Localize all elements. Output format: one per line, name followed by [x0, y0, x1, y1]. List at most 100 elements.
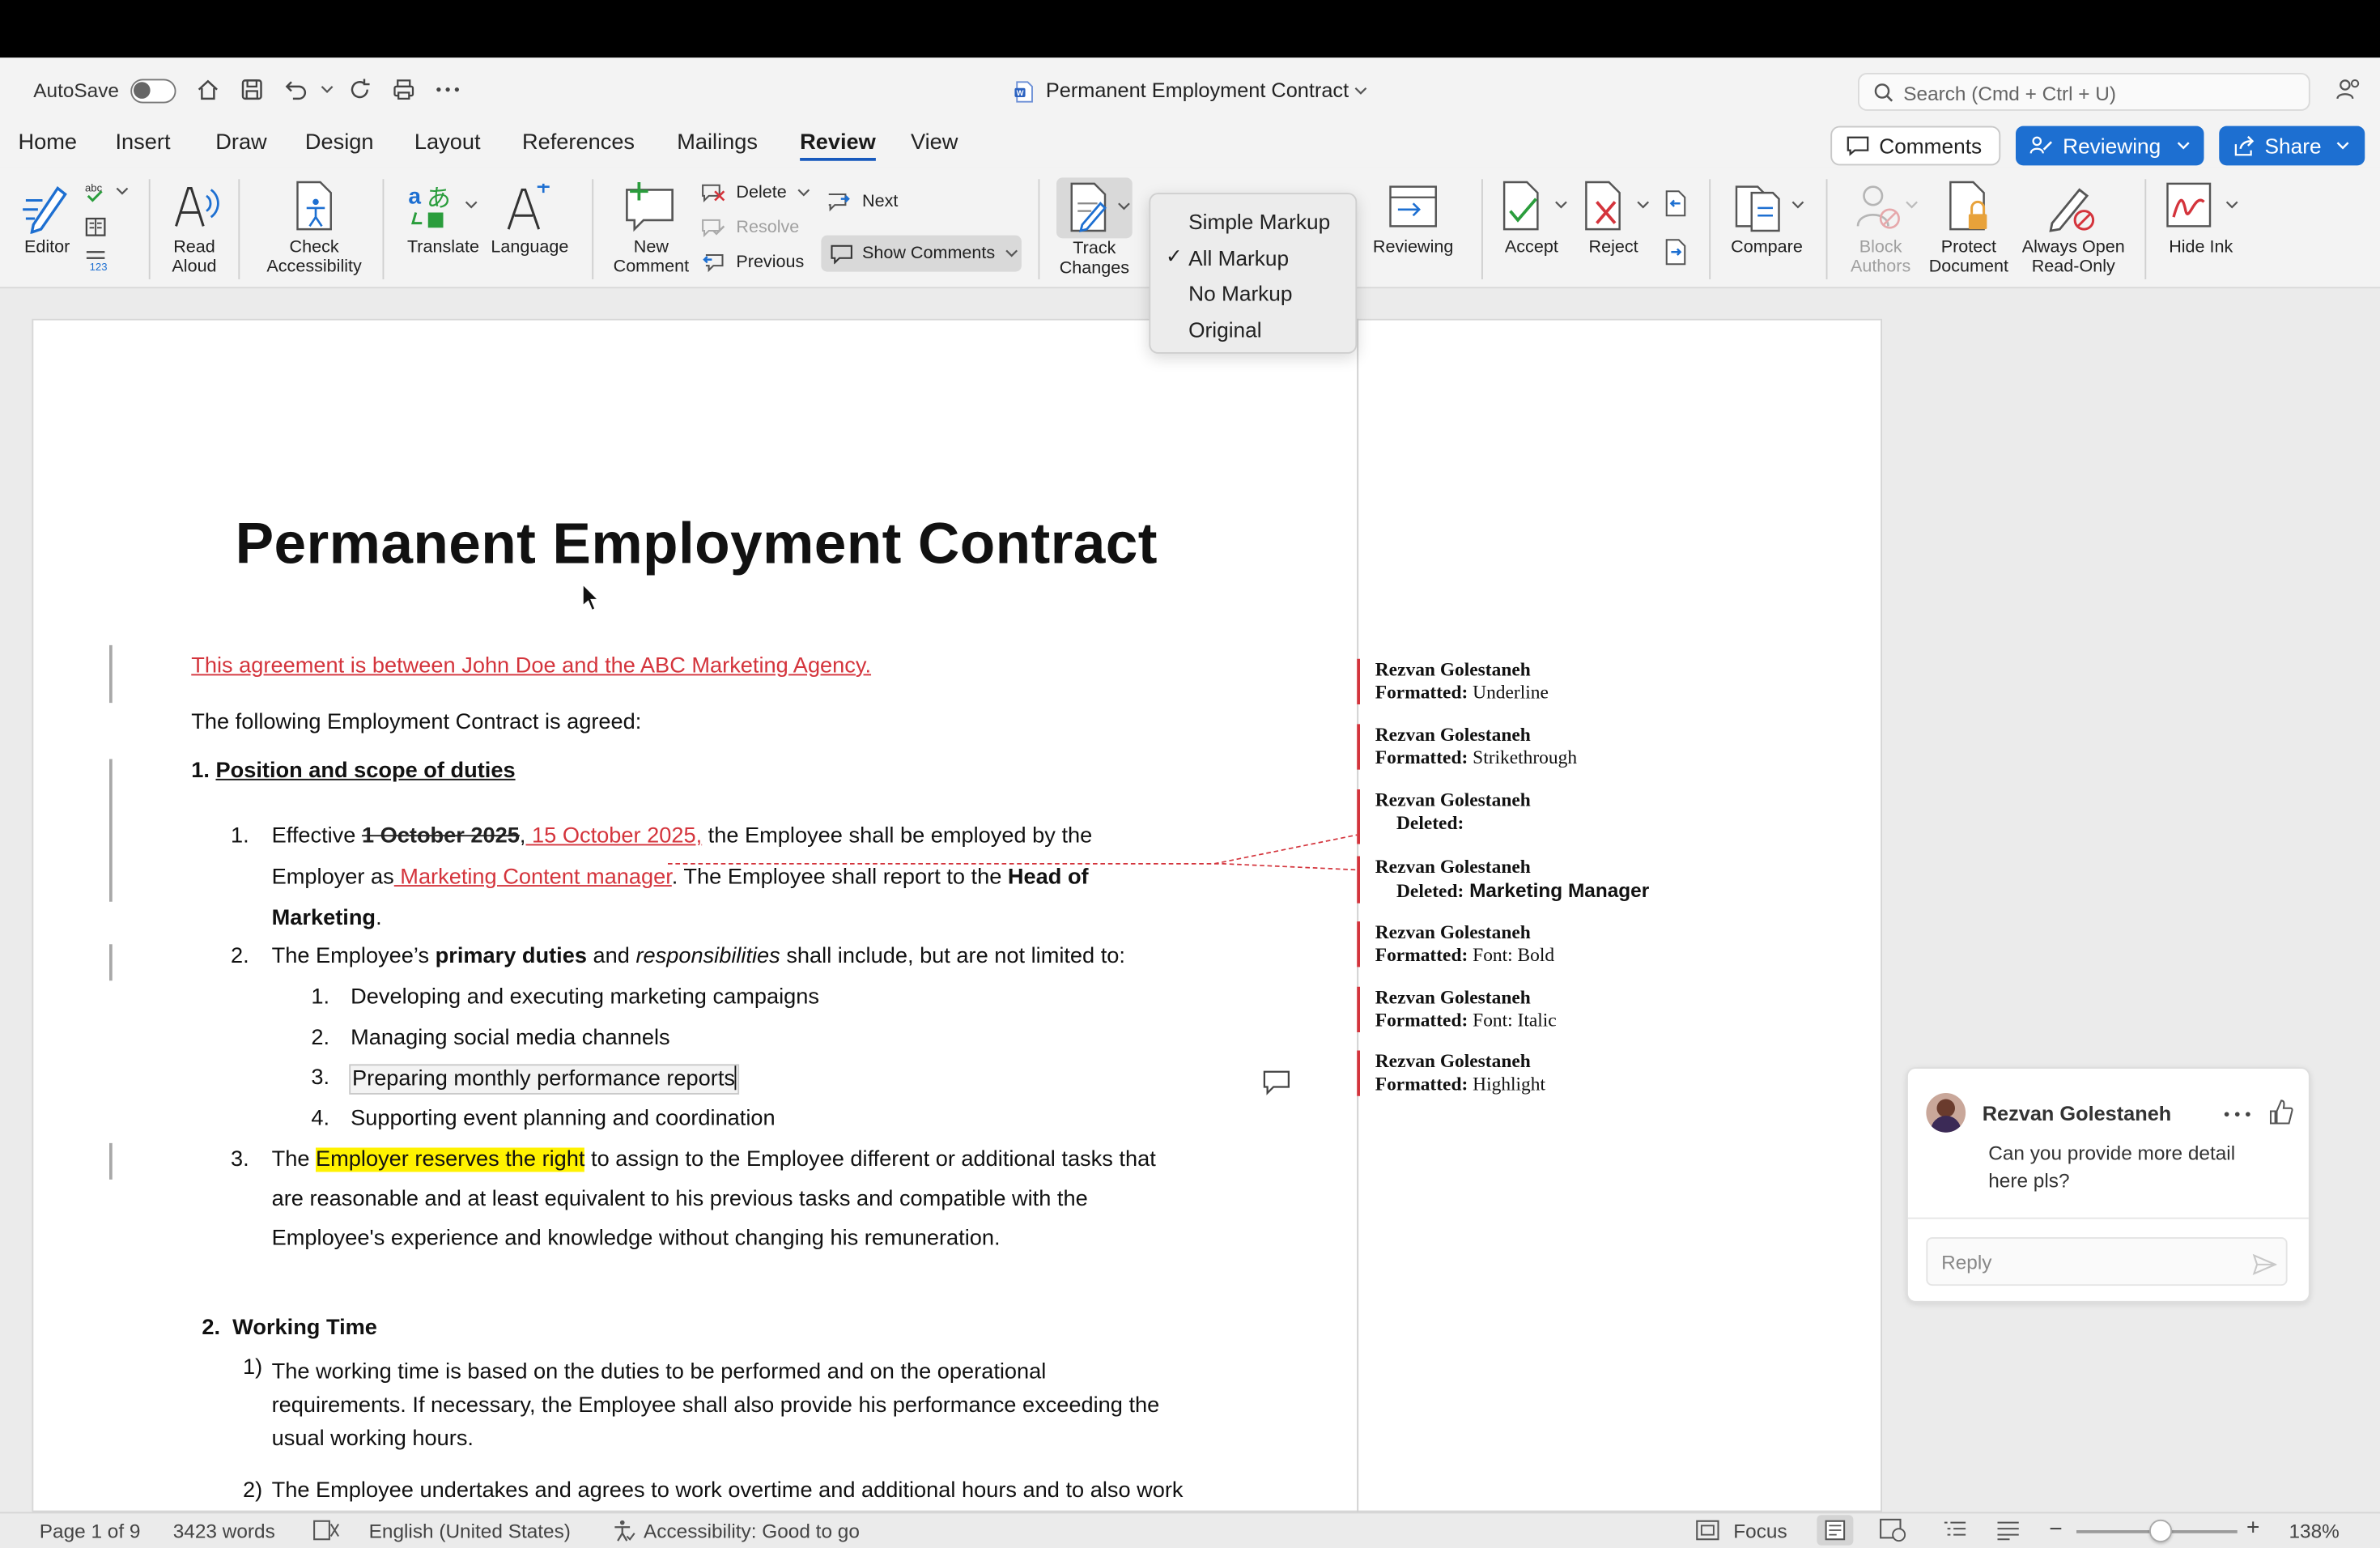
zoom-out-icon[interactable]: −: [2049, 1516, 2062, 1542]
tab-home[interactable]: Home: [19, 130, 78, 155]
focus-icon[interactable]: [1695, 1520, 1719, 1541]
block-authors-button[interactable]: Block Authors: [1837, 176, 1925, 276]
focus-label[interactable]: Focus: [1733, 1520, 1787, 1542]
language-button[interactable]: Language: [486, 176, 574, 268]
reviewing-button[interactable]: Reviewing: [2016, 125, 2204, 166]
revision-balloon[interactable]: Rezvan Golestaneh Formatted: Underline: [1357, 658, 1858, 704]
accept-button[interactable]: Accept: [1494, 176, 1570, 268]
always-open-read-only-button[interactable]: Always Open Read-Only: [2016, 176, 2131, 276]
spelling-abc-icon[interactable]: abc: [82, 179, 109, 203]
like-thumb-icon[interactable]: [2269, 1099, 2293, 1127]
translate-button[interactable]: aあ Translate: [401, 176, 486, 268]
undo-icon[interactable]: [283, 76, 310, 104]
compare-button[interactable]: Compare: [1724, 176, 1816, 268]
menu-item-all-markup[interactable]: All Markup: [1188, 246, 1289, 270]
tab-insert[interactable]: Insert: [116, 130, 171, 155]
accessibility-status[interactable]: Accessibility: Good to go: [644, 1520, 860, 1542]
title-chevron-down-icon[interactable]: [1351, 82, 1370, 100]
subitem-text[interactable]: Developing and executing marketing campa…: [351, 985, 819, 1010]
delete-comment-button[interactable]: Delete: [701, 179, 819, 206]
reply-input[interactable]: Reply: [1926, 1237, 2288, 1286]
word-count-icon[interactable]: 123: [82, 246, 109, 274]
protect-document-button[interactable]: Protect Document: [1922, 176, 2016, 276]
item3-line1[interactable]: The Employer reserves the right to assig…: [272, 1147, 1156, 1172]
zoom-in-icon[interactable]: +: [2246, 1515, 2259, 1541]
item3-line3[interactable]: Employee's experience and knowledge with…: [272, 1227, 1001, 1251]
tab-references[interactable]: References: [522, 130, 635, 155]
track-changes-button[interactable]: [1056, 177, 1133, 239]
s2-item1-text[interactable]: The working time is based on the duties …: [272, 1355, 1160, 1456]
reject-button[interactable]: Reject: [1575, 176, 1651, 268]
tab-layout[interactable]: Layout: [414, 130, 481, 155]
draft-view-icon[interactable]: [1996, 1520, 2021, 1541]
document-title-heading[interactable]: Permanent Employment Contract: [236, 513, 1158, 579]
next-comment-button[interactable]: Next: [827, 189, 933, 216]
tab-design[interactable]: Design: [305, 130, 374, 155]
check-accessibility-button[interactable]: Check Accessibility: [258, 176, 371, 276]
change-bar: [109, 644, 113, 704]
comment-more-icon[interactable]: [2224, 1112, 2251, 1118]
previous-change-icon[interactable]: [1660, 189, 1691, 219]
menu-item-simple-markup[interactable]: Simple Markup: [1188, 210, 1330, 234]
document-title[interactable]: Permanent Employment Contract: [1046, 79, 1349, 102]
share-button[interactable]: Share: [2219, 125, 2365, 166]
undo-dropdown-chevron-icon[interactable]: [317, 79, 336, 100]
outline-view-icon[interactable]: [1943, 1520, 1967, 1541]
intro-inserted-text[interactable]: This agreement is between John Doe and t…: [191, 654, 871, 678]
tab-mailings[interactable]: Mailings: [677, 130, 758, 155]
intro-text[interactable]: The following Employment Contract is agr…: [191, 711, 641, 735]
print-icon[interactable]: [390, 76, 418, 104]
print-layout-view-button[interactable]: [1817, 1515, 1854, 1546]
revision-balloon[interactable]: Rezvan Golestaneh Deleted: Marketing Mana…: [1357, 856, 1858, 904]
home-icon[interactable]: [194, 76, 222, 104]
menu-item-no-markup[interactable]: No Markup: [1188, 281, 1292, 305]
commented-text[interactable]: Preparing monthly performance reports: [349, 1064, 740, 1095]
comment-indicator-icon[interactable]: [1261, 1069, 1292, 1096]
search-box[interactable]: Search (Cmd + Ctrl + U): [1858, 73, 2310, 111]
tab-draw[interactable]: Draw: [215, 130, 266, 155]
next-change-icon[interactable]: [1660, 237, 1691, 268]
save-icon[interactable]: [238, 76, 266, 104]
editor-button[interactable]: Editor: [12, 176, 82, 268]
zoom-slider-thumb[interactable]: [2149, 1519, 2173, 1542]
proofing-icon[interactable]: [312, 1520, 340, 1541]
previous-comment-button[interactable]: Previous: [701, 249, 819, 277]
language-status[interactable]: English (United States): [369, 1520, 571, 1542]
menu-item-original[interactable]: Original: [1188, 317, 1261, 342]
item3-line2[interactable]: are reasonable and at least equivalent t…: [272, 1187, 1088, 1211]
word-count[interactable]: 3423 words: [173, 1520, 275, 1542]
show-comments-button[interactable]: Show Comments: [821, 235, 1022, 272]
read-aloud-button[interactable]: Read Aloud: [158, 176, 231, 276]
comment-card[interactable]: Rezvan Golestaneh Can you provide more d…: [1906, 1067, 2310, 1303]
send-icon[interactable]: [2252, 1253, 2277, 1275]
thesaurus-icon[interactable]: [82, 213, 109, 240]
more-options-icon[interactable]: [434, 76, 461, 104]
hide-ink-button[interactable]: Hide Ink: [2158, 176, 2243, 268]
subitem-text[interactable]: Managing social media channels: [351, 1027, 669, 1051]
autosave-toggle[interactable]: [130, 79, 176, 104]
revision-balloon[interactable]: Rezvan Golestaneh Formatted: Strikethroug…: [1357, 724, 1858, 770]
section1-heading[interactable]: 1. Position and scope of duties: [191, 759, 515, 784]
share-people-icon[interactable]: [2333, 76, 2364, 104]
accessibility-status-icon[interactable]: [612, 1518, 636, 1542]
tab-review[interactable]: Review: [800, 130, 876, 161]
new-comment-button[interactable]: New Comment: [607, 176, 695, 276]
section2-heading[interactable]: 2. Working Time: [202, 1316, 377, 1341]
spelling-chevron-icon[interactable]: [113, 184, 131, 199]
zoom-level[interactable]: 138%: [2289, 1520, 2340, 1542]
redo-icon[interactable]: [346, 76, 374, 104]
tab-view[interactable]: View: [911, 130, 958, 155]
comments-button[interactable]: Comments: [1830, 125, 2001, 166]
revision-balloon[interactable]: Rezvan Golestaneh Deleted:: [1357, 789, 1858, 844]
resolve-comment-button[interactable]: Resolve: [701, 214, 819, 241]
subitem-text[interactable]: Supporting event planning and coordinati…: [351, 1107, 776, 1131]
s2-item2-text[interactable]: The Employee undertakes and agrees to wo…: [272, 1478, 1184, 1503]
page-count[interactable]: Page 1 of 9: [40, 1520, 141, 1542]
item2-text[interactable]: The Employee’s primary duties and respon…: [272, 944, 1125, 968]
revision-balloon[interactable]: Rezvan Golestaneh Formatted: Highlight: [1357, 1050, 1858, 1096]
reviewing-pane-button[interactable]: Reviewing: [1366, 176, 1460, 268]
web-layout-icon[interactable]: [1879, 1518, 1906, 1542]
revision-balloon[interactable]: Rezvan Golestaneh Formatted: Font: Italic: [1357, 986, 1858, 1032]
item1-line3[interactable]: Marketing.: [272, 906, 382, 930]
revision-balloon[interactable]: Rezvan Golestaneh Formatted: Font: Bold: [1357, 921, 1858, 968]
